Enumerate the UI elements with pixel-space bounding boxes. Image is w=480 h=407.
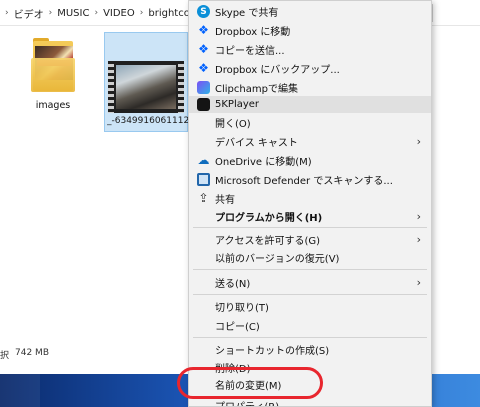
breadcrumb-separator: › [94,8,99,18]
chevron-right-icon: › [416,135,421,148]
context-menu: S Skype で共有 ❖ Dropbox に移動 ❖ コピーを送信... ❖ … [188,0,432,407]
rename-highlight-circle [177,367,323,399]
menu-item-share[interactable]: ⇪ 共有 [189,190,431,207]
video-thumbnail [108,61,184,113]
menu-item-label: Dropbox に移動 [215,27,291,38]
video-file-item[interactable]: _-6349916061112 [104,32,190,132]
folder-item-images[interactable]: images [20,38,86,111]
dropbox-icon: ❖ [198,61,209,75]
skype-icon: S [197,5,210,18]
menu-separator [193,269,427,270]
selection-status: 択 [0,351,10,361]
chevron-right-icon: › [416,276,421,289]
menu-item-label: コピーを送信... [215,46,285,57]
search-box[interactable] [432,4,480,22]
menu-item-label: 切り取り(T) [215,303,269,314]
dropbox-icon: ❖ [198,42,209,56]
clipchamp-icon [197,81,210,94]
menu-item-grant-access[interactable]: アクセスを許可する(G) › [189,231,431,248]
start-button[interactable] [0,374,40,407]
breadcrumb-item-music[interactable]: MUSIC [57,8,89,19]
status-bar: 択 742 MB [0,348,49,362]
breadcrumb-item-video[interactable]: VIDEO [103,8,135,19]
breadcrumb-separator: › [5,8,9,18]
defender-icon [197,173,210,186]
menu-item-restore-versions[interactable]: 以前のバージョンの復元(V) [189,249,431,266]
menu-item-create-shortcut[interactable]: ショートカットの作成(S) [189,341,431,358]
menu-item-label: プロパティ(R) [215,398,279,406]
menu-item-label: Microsoft Defender でスキャンする... [215,176,393,187]
folder-name: images [35,100,71,111]
breadcrumb-item-brightco[interactable]: brightco [148,8,189,19]
breadcrumb-separator: › [48,8,53,18]
selection-size: 742 MB [15,348,49,358]
menu-item-label: OneDrive に移動(M) [215,157,312,168]
menu-item-onedrive-move[interactable]: ☁ OneDrive に移動(M) [189,152,431,169]
menu-item-clipchamp-edit[interactable]: Clipchampで編集 [189,79,431,96]
menu-item-skype-share[interactable]: S Skype で共有 [189,3,431,20]
menu-separator [193,294,427,295]
chevron-right-icon: › [416,210,421,223]
menu-item-label: デバイス キャスト [215,138,298,149]
menu-item-open-with[interactable]: プログラムから開く(H) › [189,208,431,225]
menu-item-label: 送る(N) [215,279,251,290]
menu-item-defender-scan[interactable]: Microsoft Defender でスキャンする... [189,171,431,188]
menu-item-copy[interactable]: コピー(C) [189,317,431,334]
menu-item-label: コピー(C) [215,322,260,333]
breadcrumb: › ビデオ › MUSIC › VIDEO › brightco [0,4,196,22]
menu-item-label: 以前のバージョンの復元(V) [215,254,340,265]
menu-item-label: Skype で共有 [215,8,279,19]
menu-item-cut[interactable]: 切り取り(T) [189,298,431,315]
chevron-right-icon: › [416,233,421,246]
menu-item-5kplayer[interactable]: 5KPlayer [189,96,431,113]
menu-item-label: Clipchampで編集 [215,84,298,95]
video-file-name: _-6349916061112 [107,116,190,126]
onedrive-icon: ☁ [197,153,210,167]
menu-item-dropbox-backup[interactable]: ❖ Dropbox にバックアップ... [189,60,431,77]
menu-item-send-to[interactable]: 送る(N) › [189,274,431,291]
menu-item-label: ショートカットの作成(S) [215,346,330,357]
menu-item-label: プログラムから開く(H) [215,213,323,224]
breadcrumb-separator: › [139,8,144,18]
menu-item-send-copy[interactable]: ❖ コピーを送信... [189,41,431,58]
menu-item-label: アクセスを許可する(G) [215,236,321,247]
folder-icon [29,38,77,94]
menu-separator [193,227,427,228]
menu-item-open[interactable]: 開く(O) [189,114,431,131]
menu-item-device-cast[interactable]: デバイス キャスト › [189,133,431,150]
5kplayer-icon [197,98,210,111]
menu-separator [193,337,427,338]
menu-item-label: Dropbox にバックアップ... [215,65,340,76]
menu-item-label: 5KPlayer [215,99,260,110]
dropbox-icon: ❖ [198,23,209,37]
menu-item-label: 共有 [215,195,235,206]
menu-item-dropbox-move[interactable]: ❖ Dropbox に移動 [189,22,431,39]
share-icon: ⇪ [198,191,209,205]
menu-item-label: 開く(O) [215,119,251,130]
breadcrumb-item-videos[interactable]: ビデオ [14,6,44,21]
